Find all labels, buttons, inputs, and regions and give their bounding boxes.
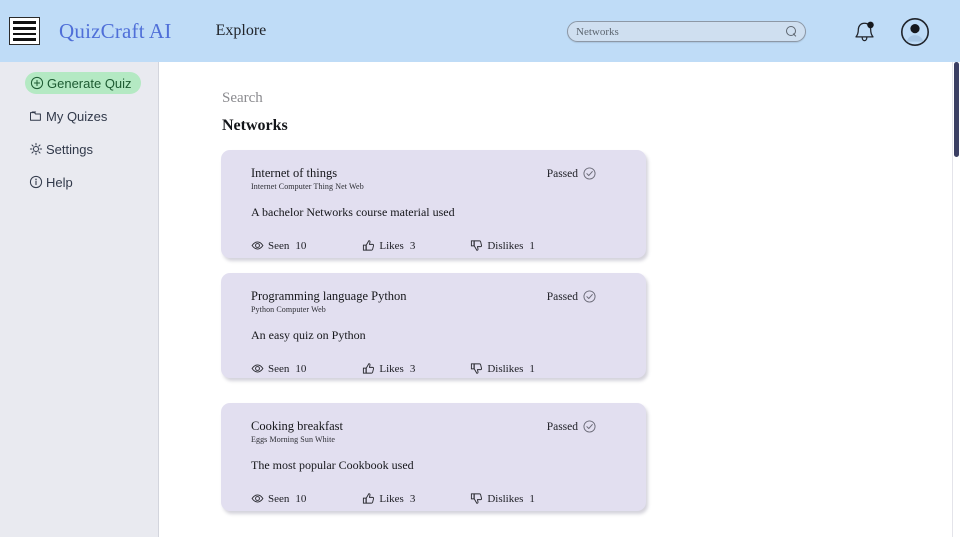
thumbs-down-icon	[471, 240, 483, 252]
quiz-card-header: Internet of things Internet Computer Thi…	[251, 166, 628, 191]
search-box[interactable]	[567, 21, 806, 42]
stat-dislikes-value: 1	[529, 492, 535, 505]
quiz-card-stats: Seen 10 Likes 3 Dislikes 1	[251, 239, 628, 252]
quiz-card-titleblock: Internet of things Internet Computer Thi…	[251, 166, 364, 191]
check-circle-icon	[583, 420, 596, 433]
stat-likes-label: Likes	[379, 239, 404, 252]
thumbs-up-icon	[363, 493, 375, 504]
stat-seen-value: 10	[295, 492, 307, 505]
stat-likes-value: 3	[409, 239, 416, 252]
status-label: Passed	[546, 290, 578, 303]
stat-dislikes-value: 1	[529, 239, 535, 252]
sidebar-item-help[interactable]: Help	[29, 171, 73, 193]
stat-seen[interactable]: Seen 10	[251, 239, 306, 252]
user-avatar-icon[interactable]	[900, 17, 930, 47]
quiz-card[interactable]: Cooking breakfast Eggs Morning Sun White…	[221, 403, 646, 511]
quiz-card-title: Cooking breakfast	[251, 419, 343, 433]
eye-icon	[251, 241, 264, 250]
sidebar-item-label: Generate Quiz	[47, 75, 132, 91]
stat-likes-value: 3	[409, 492, 416, 505]
hamburger-bar	[13, 38, 36, 41]
nav-explore-link[interactable]: Explore	[216, 22, 267, 40]
stat-likes-label: Likes	[379, 362, 404, 375]
check-circle-icon	[583, 290, 596, 303]
check-circle-icon	[583, 167, 596, 180]
info-circle-icon	[29, 175, 43, 189]
main-content-area: Search Networks Internet of things Inter…	[160, 62, 960, 537]
quiz-card-stats: Seen 10 Likes 3 Dislikes 1	[251, 362, 628, 375]
stat-seen-value: 10	[295, 239, 307, 252]
quiz-card-description: The most popular Cookbook used	[251, 458, 414, 473]
stat-dislikes[interactable]: Dislikes 1	[470, 362, 535, 375]
vertical-scrollbar-thumb[interactable]	[954, 62, 959, 157]
stat-likes[interactable]: Likes 3	[362, 239, 415, 252]
sidebar-item-generate-quiz[interactable]: Generate Quiz	[25, 72, 141, 94]
gear-icon	[29, 142, 43, 156]
thumbs-up-icon	[363, 363, 375, 374]
hamburger-bar	[13, 21, 36, 24]
stat-dislikes[interactable]: Dislikes 1	[470, 239, 535, 252]
stat-likes-value: 3	[409, 362, 416, 375]
folder-icon	[30, 111, 41, 121]
search-icon[interactable]	[786, 26, 797, 37]
hamburger-bar	[13, 32, 36, 36]
quiz-card-title: Internet of things	[251, 166, 338, 180]
stat-seen-label: Seen	[268, 239, 290, 252]
status-label: Passed	[546, 167, 578, 180]
sidebar-navigation: Generate Quiz My Quizes Settings Help	[0, 62, 159, 537]
quiz-card-tags: Python Computer Web	[251, 305, 326, 315]
quiz-card-stats: Seen 10 Likes 3 Dislikes 1	[251, 492, 628, 505]
status-badge: Passed	[547, 167, 596, 180]
breadcrumb-search-label: Search	[222, 90, 263, 106]
stat-seen-value: 10	[295, 362, 307, 375]
stat-dislikes-label: Dislikes	[487, 239, 524, 252]
thumbs-down-icon	[471, 363, 483, 375]
quiz-card-title: Programming language Python	[251, 289, 407, 303]
search-bar	[567, 21, 806, 42]
notification-badge-dot	[867, 21, 874, 29]
bell-icon[interactable]	[850, 17, 879, 46]
status-badge: Passed	[547, 420, 596, 433]
quiz-card-tags: Eggs Morning Sun White	[251, 435, 336, 445]
top-header-bar: QuizCraft AI Explore	[0, 0, 960, 62]
quiz-card-header: Programming language Python Python Compu…	[251, 289, 628, 314]
stat-likes[interactable]: Likes 3	[362, 362, 415, 375]
hamburger-bar	[13, 26, 36, 30]
stat-seen-label: Seen	[268, 362, 290, 375]
stat-dislikes-label: Dislikes	[487, 362, 524, 375]
stat-likes-label: Likes	[379, 492, 404, 505]
quiz-card[interactable]: Internet of things Internet Computer Thi…	[221, 150, 646, 258]
quiz-card-description: An easy quiz on Python	[251, 328, 366, 343]
app-brand-title[interactable]: QuizCraft AI	[59, 19, 172, 44]
stat-seen-label: Seen	[268, 492, 290, 505]
sidebar-item-settings[interactable]: Settings	[29, 138, 93, 160]
status-label: Passed	[546, 420, 578, 433]
vertical-scrollbar-track[interactable]	[952, 62, 960, 537]
page-title: Networks	[222, 117, 288, 134]
hamburger-menu-icon[interactable]	[9, 17, 40, 45]
eye-icon	[251, 494, 264, 503]
stat-dislikes-label: Dislikes	[487, 492, 524, 505]
thumbs-up-icon	[363, 240, 375, 251]
quiz-card-tags: Internet Computer Thing Net Web	[251, 182, 364, 192]
eye-icon	[251, 364, 264, 373]
quiz-card-description: A bachelor Networks course material used	[251, 205, 455, 220]
search-input[interactable]	[576, 25, 786, 38]
sidebar-item-label: Settings	[46, 141, 93, 157]
plus-circle-icon	[30, 76, 44, 90]
stat-likes[interactable]: Likes 3	[362, 492, 415, 505]
thumbs-down-icon	[471, 493, 483, 505]
stat-seen[interactable]: Seen 10	[251, 362, 306, 375]
stat-dislikes-value: 1	[529, 362, 535, 375]
quiz-card-header: Cooking breakfast Eggs Morning Sun White…	[251, 419, 628, 444]
status-badge: Passed	[547, 290, 596, 303]
stat-seen[interactable]: Seen 10	[251, 492, 306, 505]
quiz-card-titleblock: Cooking breakfast Eggs Morning Sun White	[251, 419, 343, 444]
sidebar-item-my-quizes[interactable]: My Quizes	[29, 105, 107, 127]
quiz-card[interactable]: Programming language Python Python Compu…	[221, 273, 646, 378]
quiz-card-titleblock: Programming language Python Python Compu…	[251, 289, 407, 314]
sidebar-item-label: My Quizes	[46, 108, 108, 124]
sidebar-item-label: Help	[46, 174, 73, 190]
stat-dislikes[interactable]: Dislikes 1	[470, 492, 535, 505]
